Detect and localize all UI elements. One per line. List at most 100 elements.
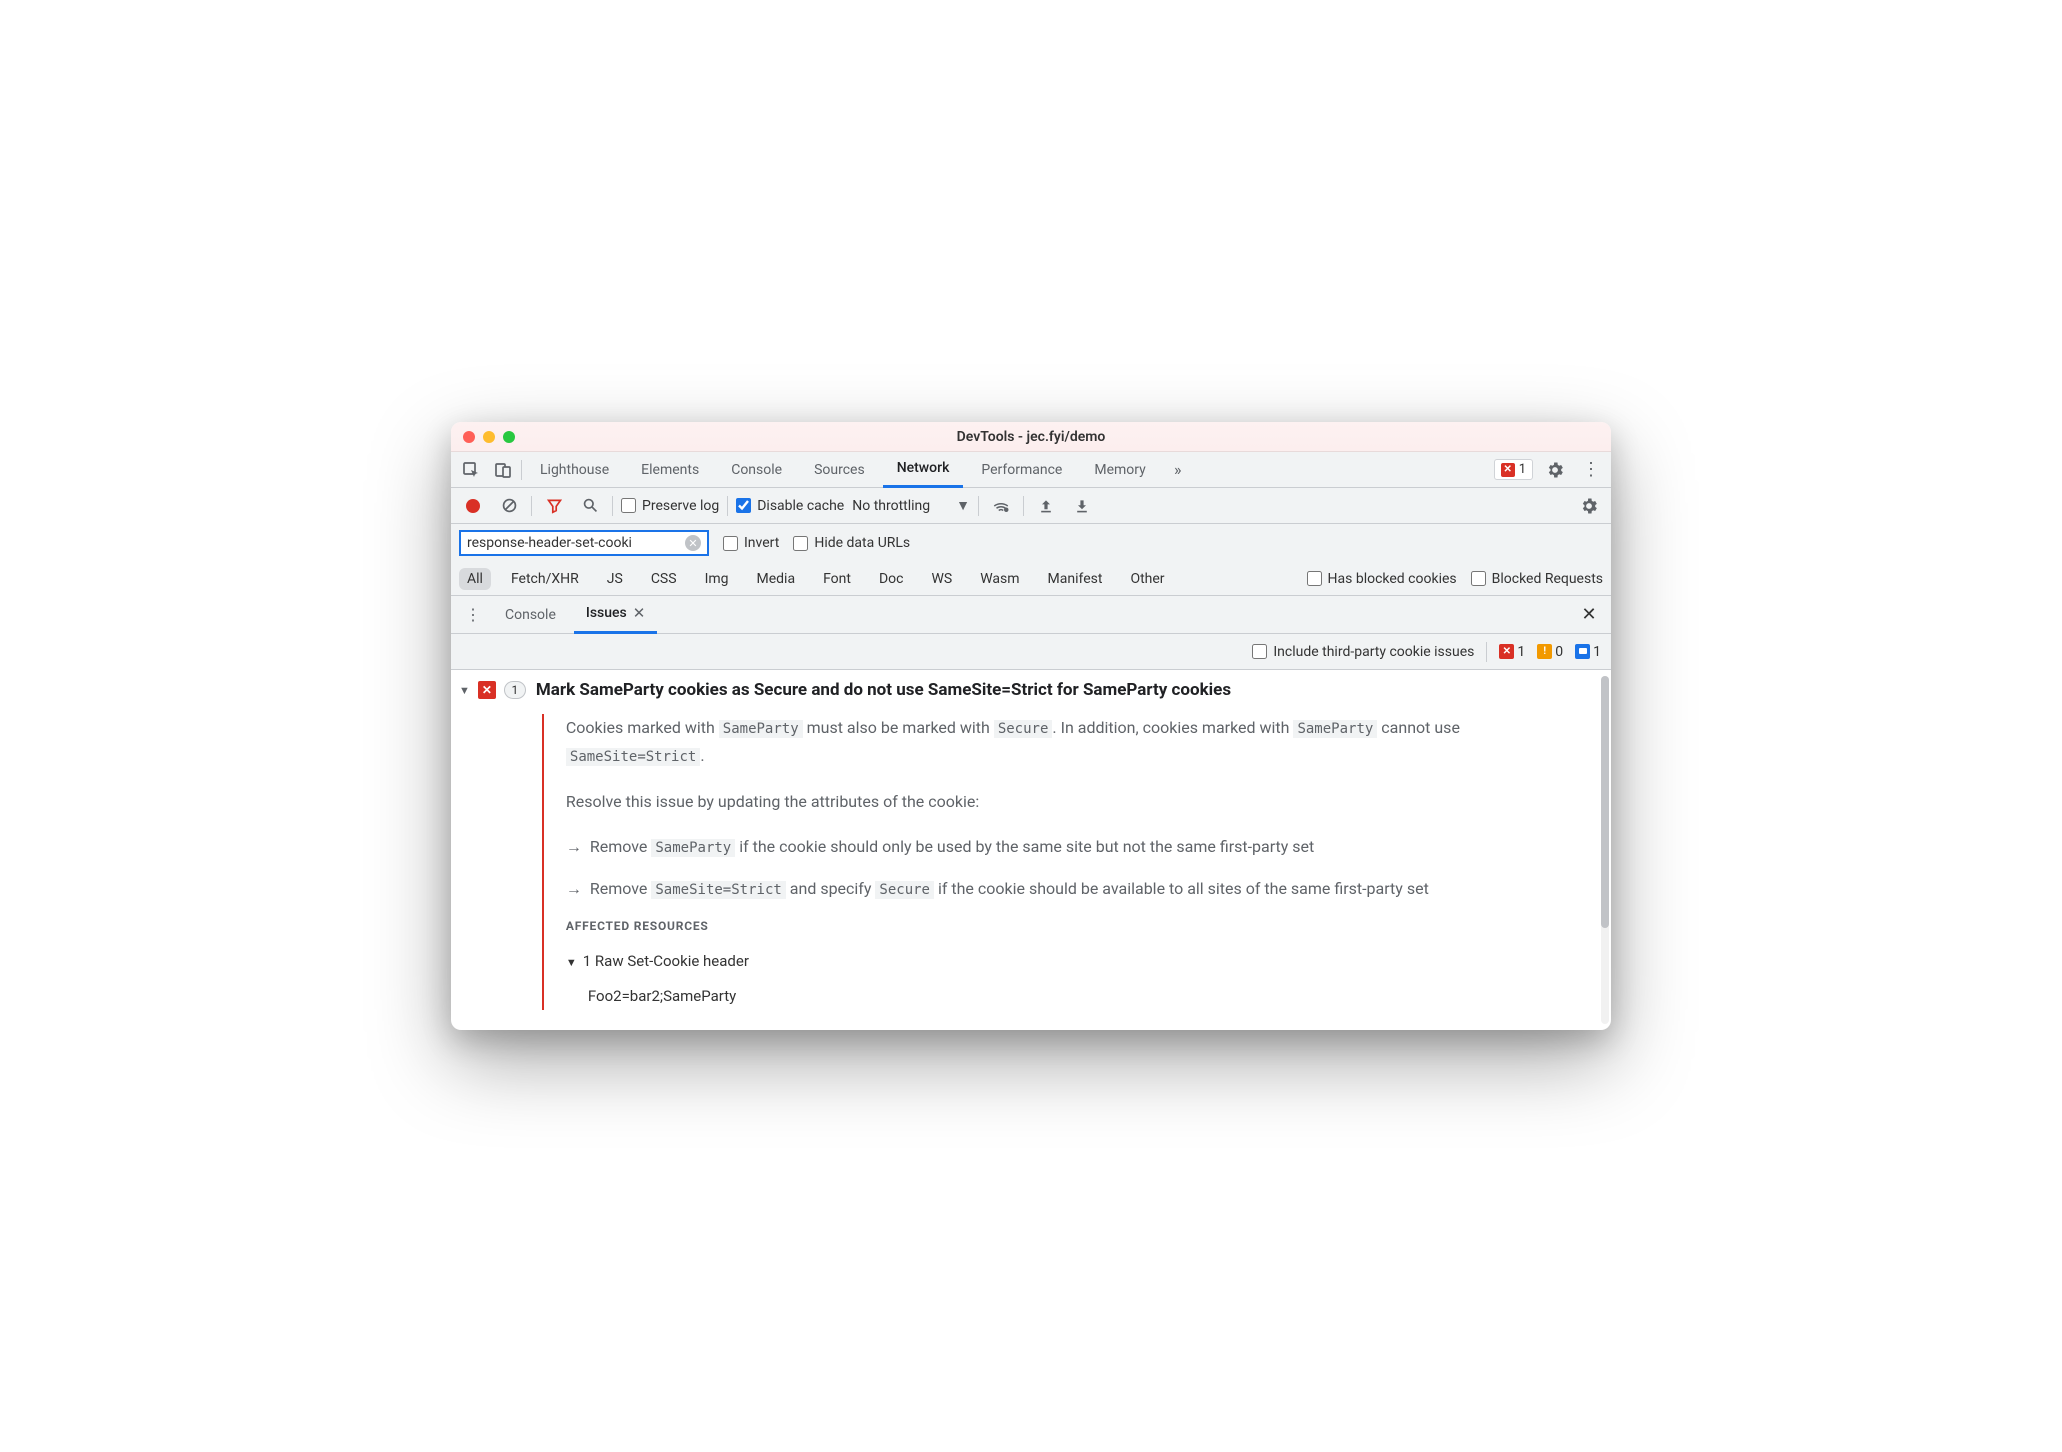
device-toggle-icon[interactable] [489,456,517,484]
issue-error-icon: ✕ [478,681,496,699]
type-manifest[interactable]: Manifest [1040,568,1111,590]
inspect-element-icon[interactable] [457,456,485,484]
tab-performance[interactable]: Performance [967,452,1076,488]
clear-filter-icon[interactable]: ✕ [685,535,701,551]
drawer-tab-issues-label: Issues [586,605,627,621]
close-window-button[interactable] [463,431,475,443]
info-count: 1 [1593,644,1601,660]
network-conditions-icon[interactable] [987,492,1015,520]
invert-input[interactable] [723,536,738,551]
preserve-log-checkbox[interactable]: Preserve log [621,498,719,514]
divider [521,460,522,480]
filter-icon[interactable] [540,492,568,520]
invert-label: Invert [744,535,779,551]
warning-count: 0 [1555,644,1563,660]
text: Resolve this issue by updating the attri… [566,788,1597,815]
network-toolbar: Preserve log Disable cache No throttling… [451,488,1611,524]
type-css[interactable]: CSS [643,568,685,590]
record-button[interactable] [459,492,487,520]
disable-cache-input[interactable] [736,498,751,513]
drawer-kebab-icon[interactable]: ⋮ [459,601,487,629]
type-doc[interactable]: Doc [871,568,912,590]
text: cannot use [1377,718,1460,737]
blocked-requests-input[interactable] [1471,571,1486,586]
type-media[interactable]: Media [749,568,804,590]
has-blocked-cookies-checkbox[interactable]: Has blocked cookies [1307,571,1457,587]
download-har-icon[interactable] [1068,492,1096,520]
divider [612,496,613,516]
warning-icon: ! [1537,644,1552,659]
type-wasm[interactable]: Wasm [972,568,1027,590]
scrollbar-thumb[interactable] [1601,676,1609,928]
issue-header-controls: ▼ ✕ 1 [459,680,526,1010]
code: SameParty [651,839,735,857]
divider [727,496,728,516]
type-all[interactable]: All [459,568,491,590]
maximize-window-button[interactable] [503,431,515,443]
info-icon [1575,644,1590,659]
hide-data-urls-checkbox[interactable]: Hide data URLs [793,535,910,551]
text: . In addition, cookies marked with [1052,718,1293,737]
affected-resources-heading: AFFECTED RESOURCES [566,916,1597,936]
issue-title: Mark SameParty cookies as Secure and do … [536,680,1597,700]
clear-button[interactable] [495,492,523,520]
divider [978,496,979,516]
throttling-select[interactable]: No throttling ▼ [852,497,970,514]
drawer-tab-issues[interactable]: Issues ✕ [574,596,657,634]
has-blocked-input[interactable] [1307,571,1322,586]
code: SameParty [719,720,803,738]
tab-lighthouse[interactable]: Lighthouse [526,452,623,488]
type-font[interactable]: Font [815,568,859,590]
blocked-requests-checkbox[interactable]: Blocked Requests [1471,571,1603,587]
error-count-badge[interactable]: ✕ 1 [1499,644,1525,660]
has-blocked-label: Has blocked cookies [1328,571,1457,587]
include-third-party-input[interactable] [1252,644,1267,659]
collapse-toggle-icon[interactable]: ▼ [459,684,470,697]
drawer-tab-console-label: Console [505,607,556,623]
errors-indicator[interactable]: ✕ 1 [1494,459,1533,480]
upload-har-icon[interactable] [1032,492,1060,520]
arrow-icon: → [566,833,582,861]
hide-data-urls-input[interactable] [793,536,808,551]
type-img[interactable]: Img [697,568,737,590]
settings-gear-icon[interactable] [1541,456,1569,484]
preserve-log-label: Preserve log [642,498,719,514]
type-js[interactable]: JS [599,568,631,590]
resource-count-label: 1 Raw Set-Cookie header [583,949,749,975]
disable-cache-checkbox[interactable]: Disable cache [736,498,844,514]
filter-input[interactable]: response-header-set-cooki ✕ [459,530,709,556]
tab-sources[interactable]: Sources [800,452,879,488]
drawer-tab-console[interactable]: Console [493,596,568,634]
type-fetch-xhr[interactable]: Fetch/XHR [503,568,587,590]
arrow-icon: → [566,875,582,903]
type-other[interactable]: Other [1122,568,1172,590]
tab-elements[interactable]: Elements [627,452,713,488]
error-count: 1 [1517,644,1525,660]
info-count-badge[interactable]: 1 [1575,644,1601,660]
window-title: DevTools - jec.fyi/demo [451,429,1611,445]
warning-count-badge[interactable]: ! 0 [1537,644,1563,660]
code: Secure [994,720,1053,738]
resource-toggle[interactable]: ▼ 1 Raw Set-Cookie header [566,949,1597,975]
minimize-window-button[interactable] [483,431,495,443]
type-ws[interactable]: WS [923,568,960,590]
chevron-down-icon: ▼ [956,497,970,514]
tab-network[interactable]: Network [883,452,964,488]
text: Remove [590,879,651,898]
include-third-party-label: Include third-party cookie issues [1273,644,1474,660]
preserve-log-input[interactable] [621,498,636,513]
close-tab-icon[interactable]: ✕ [633,604,646,622]
hide-data-urls-label: Hide data URLs [814,535,910,551]
invert-checkbox[interactable]: Invert [723,535,779,551]
include-third-party-checkbox[interactable]: Include third-party cookie issues [1252,644,1474,660]
kebab-menu-icon[interactable]: ⋮ [1577,456,1605,484]
blocked-requests-label: Blocked Requests [1492,571,1603,587]
text: and specify [786,879,876,898]
tab-memory[interactable]: Memory [1080,452,1159,488]
more-tabs-icon[interactable]: » [1164,456,1192,484]
tab-console[interactable]: Console [717,452,796,488]
type-filter-bar: All Fetch/XHR JS CSS Img Media Font Doc … [451,562,1611,596]
settings-gear-icon[interactable] [1575,492,1603,520]
search-icon[interactable] [576,492,604,520]
close-drawer-icon[interactable]: ✕ [1575,601,1603,629]
